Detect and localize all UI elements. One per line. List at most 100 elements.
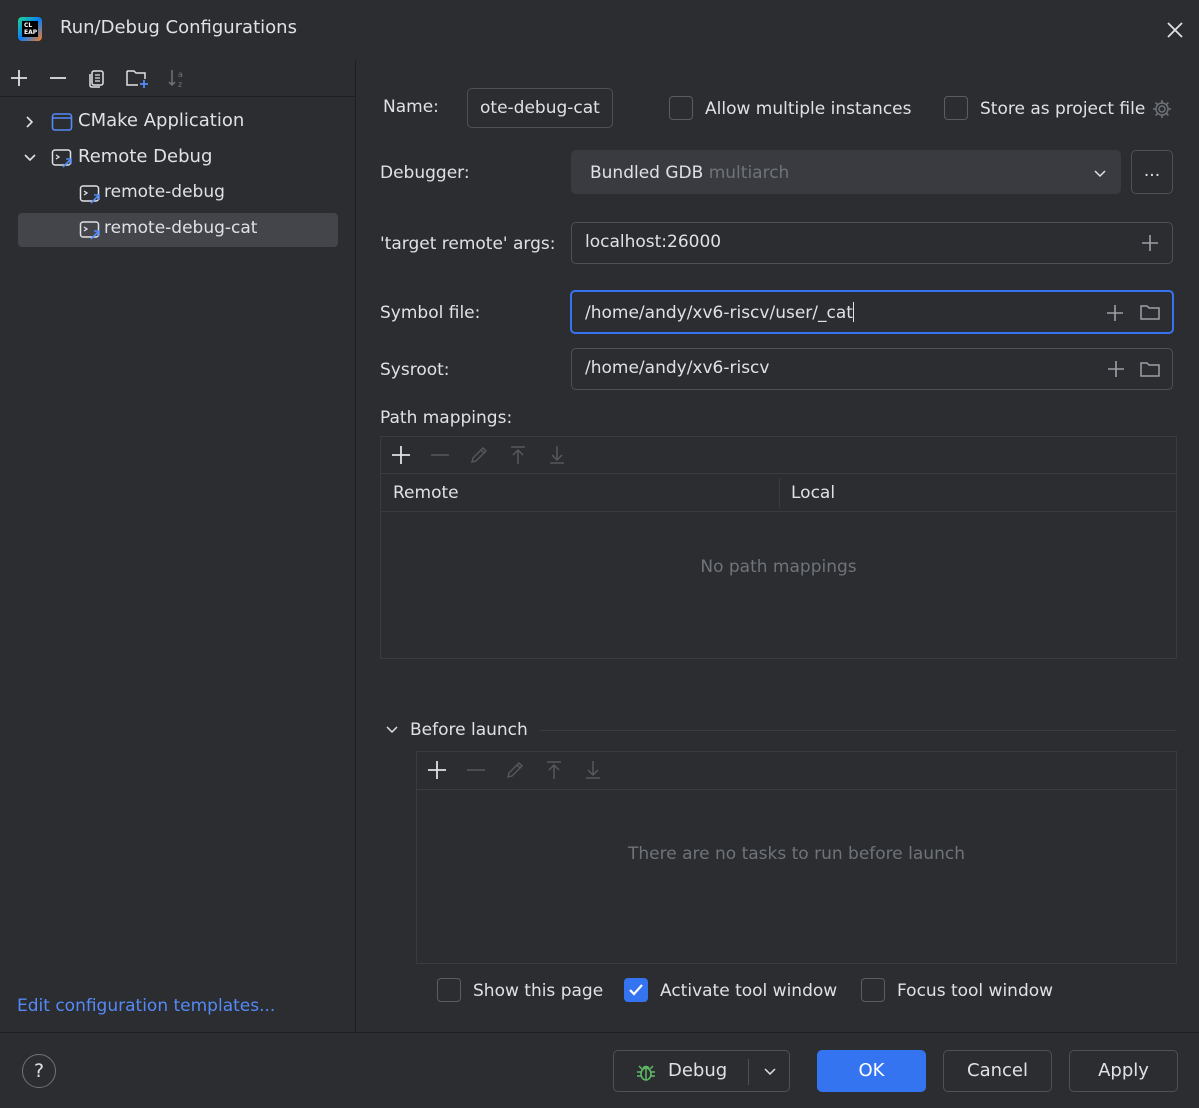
column-header-local[interactable]: Local <box>791 483 835 503</box>
tree-group-label: CMake Application <box>78 110 245 131</box>
minus-icon[interactable] <box>47 67 69 89</box>
tree-item-label: remote-debug <box>104 182 225 202</box>
divider <box>381 511 1176 512</box>
copy-icon[interactable] <box>86 67 108 89</box>
minus-icon <box>466 760 486 780</box>
logo-text: CL EAP <box>22 21 38 37</box>
remote-debug-icon <box>51 148 73 168</box>
sysroot-field[interactable]: /home/andy/xv6-riscv <box>571 348 1173 390</box>
target-remote-field[interactable]: localhost:26000 <box>571 222 1173 264</box>
name-label: Name: <box>383 97 439 117</box>
move-down-icon <box>547 445 567 465</box>
activate-tool-window-checkbox[interactable] <box>624 978 648 1002</box>
debugger-label: Debugger: <box>380 163 470 183</box>
dialog-footer: ? Debug OK Cancel Apply <box>0 1033 1199 1108</box>
name-value: ote-debug-cat <box>480 98 600 118</box>
minus-icon <box>430 445 450 465</box>
show-this-page-checkbox[interactable] <box>437 978 461 1002</box>
empty-path-mappings-text: No path mappings <box>700 557 857 577</box>
clion-logo-icon: CL EAP <box>18 17 42 41</box>
column-header-remote[interactable]: Remote <box>393 483 459 503</box>
ok-button[interactable]: OK <box>817 1050 926 1092</box>
help-button[interactable]: ? <box>22 1054 56 1088</box>
help-icon: ? <box>33 1060 45 1082</box>
chevron-down-icon[interactable] <box>762 1064 778 1080</box>
tree-item-remote-debug[interactable]: remote-debug <box>18 177 338 211</box>
chevron-down-icon <box>1092 166 1108 182</box>
plus-icon[interactable] <box>391 445 411 465</box>
debugger-more-button[interactable]: ... <box>1131 150 1173 194</box>
store-as-project-file-label: Store as project file <box>980 99 1146 119</box>
before-launch-tasks: There are no tasks to run before launch <box>416 751 1177 964</box>
plus-icon[interactable] <box>1105 303 1125 323</box>
table-header: Remote Local <box>381 474 1176 511</box>
symbol-file-label: Symbol file: <box>380 303 481 323</box>
sysroot-value: /home/andy/xv6-riscv <box>585 358 770 378</box>
empty-before-launch-text: There are no tasks to run before launch <box>628 844 965 864</box>
title-bar: CL EAP Run/Debug Configurations <box>0 0 1199 60</box>
show-this-page-label: Show this page <box>473 981 604 1001</box>
plus-icon[interactable] <box>8 67 30 89</box>
tree-group-cmake-application[interactable]: CMake Application <box>18 105 338 139</box>
chevron-down-icon[interactable] <box>22 150 38 166</box>
focus-tool-window-label: Focus tool window <box>897 981 1054 1001</box>
new-folder-icon[interactable] <box>125 66 151 88</box>
edit-icon <box>505 760 525 780</box>
chevron-down-icon[interactable] <box>384 722 400 738</box>
debugger-hint: multiarch <box>708 163 790 183</box>
store-as-project-file-checkbox[interactable] <box>944 96 968 120</box>
before-launch-title[interactable]: Before launch <box>410 720 528 740</box>
remote-debug-icon <box>79 184 101 204</box>
gear-icon[interactable] <box>1151 98 1173 120</box>
toolbar-divider <box>0 96 356 97</box>
debugger-select[interactable]: Bundled GDB multiarch <box>571 150 1121 194</box>
move-up-icon <box>544 760 564 780</box>
tree-group-remote-debug[interactable]: Remote Debug <box>18 141 338 175</box>
folder-icon[interactable] <box>1139 302 1161 322</box>
svg-text:a: a <box>178 70 183 79</box>
symbol-file-value: /home/andy/xv6-riscv/user/_cat <box>585 303 853 323</box>
debug-split-button[interactable]: Debug <box>613 1050 790 1092</box>
target-remote-value: localhost:26000 <box>585 232 722 252</box>
plus-icon[interactable] <box>427 760 447 780</box>
cancel-button[interactable]: Cancel <box>943 1050 1052 1092</box>
tree-item-remote-debug-cat[interactable]: remote-debug-cat <box>18 213 338 247</box>
split-divider <box>748 1059 749 1085</box>
tree-group-label: Remote Debug <box>78 146 213 167</box>
move-down-icon <box>583 760 603 780</box>
sort-icon[interactable]: az <box>166 67 188 89</box>
move-up-icon <box>508 445 528 465</box>
remote-debug-icon <box>79 220 101 240</box>
close-icon[interactable] <box>1163 18 1187 42</box>
text-cursor <box>852 302 854 322</box>
checkmark-icon <box>629 984 643 996</box>
activate-tool-window-label: Activate tool window <box>660 981 838 1001</box>
edit-icon <box>469 445 489 465</box>
bug-icon <box>634 1060 658 1084</box>
chevron-right-icon[interactable] <box>22 114 38 130</box>
target-remote-label: 'target remote' args: <box>380 234 556 254</box>
path-mappings-label: Path mappings: <box>380 408 513 428</box>
svg-text:z: z <box>178 80 182 89</box>
divider <box>540 730 1176 731</box>
cmake-application-icon <box>51 112 73 132</box>
divider <box>417 789 1176 790</box>
debugger-value: Bundled GDB <box>590 163 704 183</box>
more-label: ... <box>1143 161 1161 181</box>
edit-configuration-templates-link[interactable]: Edit configuration templates... <box>17 996 275 1016</box>
apply-button[interactable]: Apply <box>1069 1050 1178 1092</box>
plus-icon[interactable] <box>1140 233 1160 253</box>
name-field[interactable]: ote-debug-cat <box>467 88 613 128</box>
allow-multiple-instances-label: Allow multiple instances <box>705 99 912 119</box>
plus-icon[interactable] <box>1106 359 1126 379</box>
focus-tool-window-checkbox[interactable] <box>861 978 885 1002</box>
debug-label: Debug <box>668 1060 728 1081</box>
sysroot-label: Sysroot: <box>380 360 450 380</box>
symbol-file-field[interactable]: /home/andy/xv6-riscv/user/_cat <box>570 290 1174 334</box>
path-mappings-table: Remote Local No path mappings <box>380 436 1177 659</box>
allow-multiple-instances-checkbox[interactable] <box>669 96 693 120</box>
folder-icon[interactable] <box>1139 359 1161 379</box>
tree-item-label: remote-debug-cat <box>104 218 258 238</box>
window-title: Run/Debug Configurations <box>60 17 297 38</box>
column-divider <box>779 478 780 508</box>
